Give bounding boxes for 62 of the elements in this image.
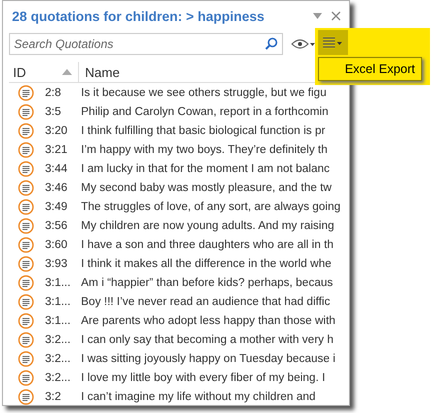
list-menu-button[interactable] [318,30,348,55]
quote-name: Am i “happier” than before kids? perhaps, becaus [81,276,333,288]
close-icon[interactable] [331,11,341,21]
quote-id: 3:2... [45,334,72,346]
column-header[interactable]: Name [85,64,120,80]
note-icon [18,160,34,176]
sort-ascending-icon[interactable] [62,69,72,75]
quote-name: Is it because we see others struggle, but we figu [81,86,326,98]
note-icon [18,236,34,252]
quote-name: I can’t imagine my life without my children and [81,390,316,402]
note-icon [18,370,34,386]
quote-name: I think it makes all the difference in the world whe [81,258,332,270]
list-icon [323,36,343,50]
column-header[interactable]: ID [13,64,26,80]
note-icon [18,350,34,366]
search-field[interactable]: Search Quotations [9,33,283,55]
note-icon [18,198,34,214]
quote-id: 3:49 [45,200,68,212]
quote-id: 3:20 [45,124,68,136]
quote-name: My second baby was mostly pleasure, and the tw [81,182,332,194]
quote-name: Are parents who adopt less happy than those with [81,314,336,326]
note-icon [18,122,34,138]
quote-id: 3:44 [45,162,68,174]
quote-name: I love my little boy with every fiber of my being. I [81,372,326,384]
note-icon [18,104,34,120]
quote-id: 3:21 [45,144,68,156]
quote-id: 3:1... [45,276,72,288]
search-icon[interactable] [265,37,278,50]
quote-name: My children are now young adults. And my raising [81,220,334,232]
quote-name: I’m happy with my two boys. They’re definitely th [81,144,328,156]
quote-id: 3:2... [45,372,72,384]
quote-name: I can only say that becoming a mother with very h [81,334,334,346]
quote-id: 3:1... [45,296,72,308]
quote-id: 3:1... [45,314,72,326]
note-icon [18,274,34,290]
eye-icon[interactable] [291,38,315,50]
quote-id: 3:56 [45,220,68,232]
quote-name: Philip and Carolyn Cowan, report in a forthcomin [81,106,328,118]
panel-title: 28 quotations for children: > happiness [12,8,266,24]
quote-id: 3:46 [45,182,68,194]
note-icon [18,294,34,310]
note-icon [18,218,34,234]
note-icon [18,332,34,348]
menu-item[interactable]: Excel Export [318,57,422,81]
note-icon [18,312,34,328]
quote-id: 3:2... [45,352,72,364]
quote-name: The struggles of love, of any sort, are always going [81,200,341,212]
note-icon [18,84,34,100]
note-icon [18,142,34,158]
quote-id: 3:2 [45,390,62,402]
quote-id: 3:60 [45,238,68,250]
dropdown-arrow-icon[interactable] [313,13,322,19]
quote-name: I have a son and three daughters who are all in th [81,238,334,250]
quote-name: I think fulfilling that basic biological function is pr [81,124,326,136]
quote-name: Boy !!! I’ve never read an audience that had diffic [81,296,330,308]
quote-id: 3:93 [45,258,68,270]
note-icon [18,180,34,196]
quote-name: I was sitting joyously happy on Tuesday because i [81,352,336,364]
quote-id: 3:5 [45,106,62,118]
note-icon [18,256,34,272]
quote-name: I am lucky in that for the moment I am not balanc [81,162,330,174]
quote-id: 2:8 [45,86,62,98]
